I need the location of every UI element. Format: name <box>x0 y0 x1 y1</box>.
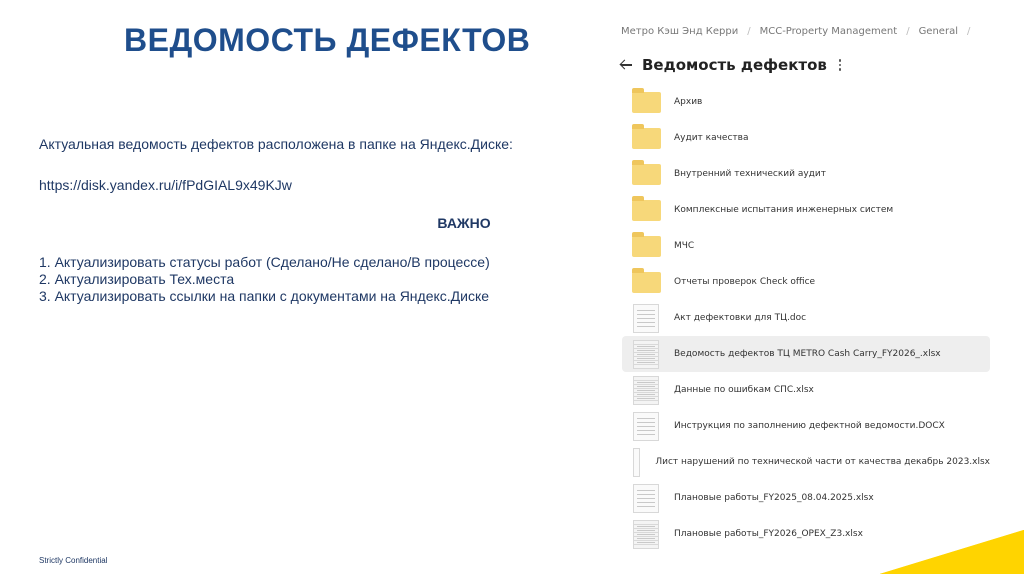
file-row[interactable]: Плановые работы_FY2025_08.04.2025.xlsx <box>622 480 990 516</box>
item-name: МЧС <box>674 241 695 251</box>
item-name: Комплексные испытания инженерных систем <box>674 205 894 215</box>
file-row[interactable]: Ведомость дефектов ТЦ METRO Cash Carry_F… <box>622 336 990 372</box>
breadcrumb-item[interactable]: MCC-Property Management <box>760 26 898 37</box>
document-file-icon <box>633 303 659 333</box>
file-row[interactable]: Инструкция по заполнению дефектной ведом… <box>622 408 990 444</box>
folder-row[interactable]: МЧС <box>622 228 990 264</box>
breadcrumb-item[interactable]: General <box>919 26 958 37</box>
folder-icon <box>632 87 661 113</box>
yellow-corner-accent <box>880 530 1024 574</box>
breadcrumb-separator: / <box>906 26 910 37</box>
folder-icon <box>632 231 661 257</box>
slide-title: ВЕДОМОСТЬ ДЕФЕКТОВ <box>124 22 531 58</box>
document-file-icon <box>633 483 659 513</box>
breadcrumb-separator: / <box>747 26 751 37</box>
spreadsheet-file-icon <box>633 447 641 477</box>
intro-text: Актуальная ведомость дефектов расположен… <box>39 136 513 152</box>
document-file-icon <box>633 411 659 441</box>
step-item: 2. Актуализировать Тех.места <box>39 271 235 287</box>
item-name: Акт дефектовки для ТЦ.doc <box>674 313 807 323</box>
spreadsheet-file-icon <box>633 339 659 369</box>
item-name: Плановые работы_FY2025_08.04.2025.xlsx <box>674 493 874 503</box>
file-row[interactable]: Акт дефектовки для ТЦ.doc <box>622 300 990 336</box>
step-item: 3. Актуализировать ссылки на папки с док… <box>39 288 490 304</box>
folder-icon <box>632 123 661 149</box>
confidential-footer: Strictly Confidential <box>39 556 108 565</box>
breadcrumb: Метро Кэш Энд Керри / MCC-Property Manag… <box>621 26 979 37</box>
spreadsheet-file-icon <box>633 519 659 549</box>
slide-body: Актуальная ведомость дефектов расположен… <box>39 136 609 305</box>
item-name: Архив <box>674 97 703 107</box>
more-vertical-icon[interactable] <box>838 59 842 71</box>
folder-icon <box>632 159 661 185</box>
item-name: Данные по ошибкам СПС.xlsx <box>674 385 814 395</box>
folder-icon <box>632 267 661 293</box>
arrow-left-icon[interactable] <box>619 58 633 72</box>
item-name: Инструкция по заполнению дефектной ведом… <box>674 421 945 431</box>
folder-row[interactable]: Аудит качества <box>622 120 990 156</box>
step-item: 1. Актуализировать статусы работ (Сделан… <box>39 254 490 270</box>
breadcrumb-item[interactable]: Метро Кэш Энд Керри <box>621 26 738 37</box>
file-row[interactable]: Данные по ошибкам СПС.xlsx <box>622 372 990 408</box>
file-list: Архив Аудит качества Внутренний технически… <box>622 84 990 552</box>
item-name: Аудит качества <box>674 133 749 143</box>
folder-row[interactable]: Комплексные испытания инженерных систем <box>622 192 990 228</box>
folder-title: Ведомость дефектов <box>642 56 827 74</box>
item-name: Лист нарушений по технической части от к… <box>655 457 990 467</box>
file-row[interactable]: Лист нарушений по технической части от к… <box>622 444 990 480</box>
spreadsheet-file-icon <box>633 375 659 405</box>
folder-header: Ведомость дефектов <box>619 56 842 74</box>
yandex-disk-screenshot: Метро Кэш Энд Керри / MCC-Property Manag… <box>612 18 1012 558</box>
folder-icon <box>632 195 661 221</box>
breadcrumb-separator: / <box>966 26 971 37</box>
item-name: Внутренний технический аудит <box>674 169 826 179</box>
folder-row[interactable]: Архив <box>622 84 990 120</box>
steps-list: 1. Актуализировать статусы работ (Сделан… <box>39 254 609 305</box>
item-name: Ведомость дефектов ТЦ METRO Cash Carry_F… <box>674 349 941 359</box>
item-name: Отчеты проверок Check office <box>674 277 816 287</box>
disk-link[interactable]: https://disk.yandex.ru/i/fPdGIAL9x49KJw <box>39 177 609 194</box>
important-heading: ВАЖНО <box>437 215 491 231</box>
item-name: Плановые работы_FY2026_OPEX_Z3.xlsx <box>674 529 863 539</box>
folder-row[interactable]: Внутренний технический аудит <box>622 156 990 192</box>
folder-row[interactable]: Отчеты проверок Check office <box>622 264 990 300</box>
